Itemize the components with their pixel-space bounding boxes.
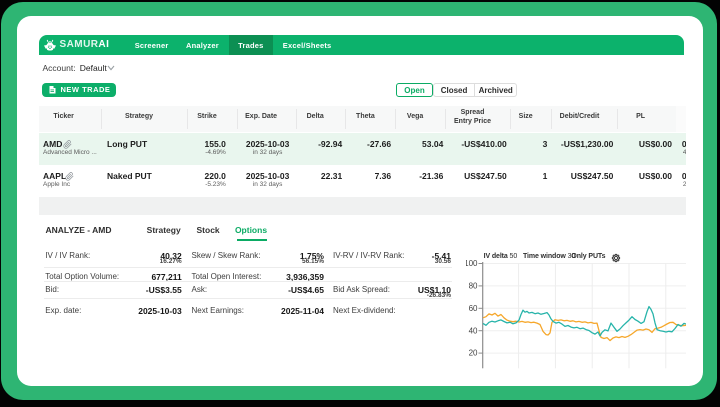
svg-text:60: 60	[469, 303, 478, 312]
svg-text:100: 100	[466, 260, 478, 268]
svg-text:40: 40	[469, 326, 478, 335]
svg-text:80: 80	[469, 281, 478, 290]
svg-text:20: 20	[469, 348, 478, 357]
